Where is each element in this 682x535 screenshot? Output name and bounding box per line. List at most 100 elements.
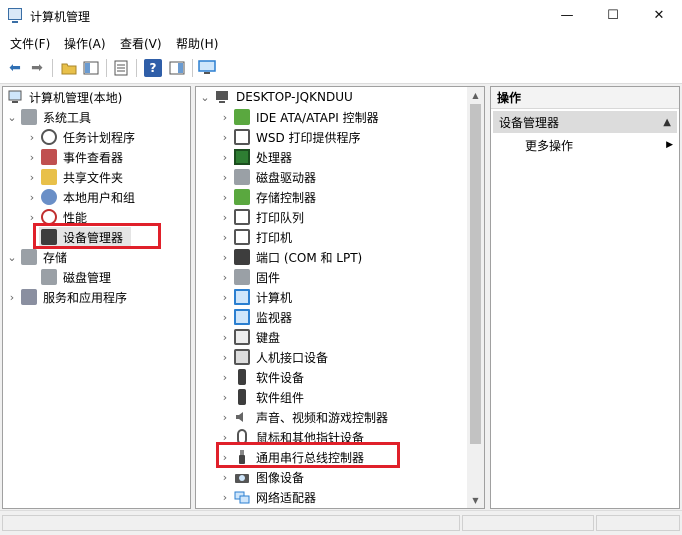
expand-chevron-icon[interactable]: › [220,471,230,484]
menu-action[interactable]: 操作(A) [64,35,106,52]
expand-chevron-icon[interactable]: ⌄ [7,251,17,264]
expand-chevron-icon[interactable]: › [27,131,37,144]
more-actions-label: 更多操作 [525,138,574,153]
shared-folder-icon [41,169,57,185]
tree-item-services-apps[interactable]: › 服务和应用程序 [7,287,127,307]
menu-help[interactable]: 帮助(H) [176,35,218,52]
monitor-icon[interactable] [198,59,216,77]
expand-chevron-icon[interactable]: › [220,491,230,504]
device-category-ide[interactable]: › IDE ATA/ATAPI 控制器 [220,107,379,127]
tree-item-task-scheduler[interactable]: › 任务计划程序 [27,127,135,147]
device-category-software-device[interactable]: › 软件设备 [220,367,304,387]
device-category-keyboard[interactable]: › 键盘 [220,327,280,347]
device-category-label: 处理器 [256,150,293,165]
device-tree-root[interactable]: ⌄ DESKTOP-JQKNDUU [200,87,352,107]
expand-chevron-icon[interactable]: ⌄ [7,111,17,124]
tree-item-local-users[interactable]: › 本地用户和组 [27,187,135,207]
tree-item-event-viewer[interactable]: › 事件查看器 [27,147,123,167]
expand-chevron-icon[interactable]: › [220,131,230,144]
device-category-network[interactable]: › 网络适配器 [220,487,316,507]
services-icon [21,289,37,305]
tree-item-disk-management[interactable]: 磁盘管理 [41,267,111,287]
device-category-storage[interactable]: › 存储控制器 [220,187,316,207]
expand-chevron-icon[interactable]: › [220,171,230,184]
expand-chevron-icon[interactable]: › [27,211,37,224]
scroll-down-arrow-icon[interactable]: ▼ [467,492,484,508]
menu-file[interactable]: 文件(F) [10,35,50,52]
device-category-processor[interactable]: › 处理器 [220,147,292,167]
menu-view[interactable]: 查看(V) [120,35,162,52]
event-viewer-icon [41,149,57,165]
expand-chevron-icon[interactable]: › [220,391,230,404]
expand-chevron-icon[interactable]: › [220,191,230,204]
scroll-up-arrow-icon[interactable]: ▲ [467,87,484,103]
device-category-wsd[interactable]: › WSD 打印提供程序 [220,127,361,147]
tree-item-label: 事件查看器 [63,150,124,165]
expand-chevron-icon[interactable]: › [220,291,230,304]
expand-chevron-icon[interactable]: › [27,191,37,204]
close-button[interactable]: ✕ [636,0,682,31]
tree-item-system-tools[interactable]: ⌄ 系统工具 [7,107,91,127]
tree-item-label: 服务和应用程序 [43,290,128,305]
properties-icon[interactable] [112,59,130,77]
device-category-disk[interactable]: › 磁盘驱动器 [220,167,316,187]
expand-chevron-icon[interactable]: › [220,231,230,244]
wsd-printer-icon [234,129,250,145]
expand-chevron-icon[interactable]: › [220,331,230,344]
expand-chevron-icon[interactable]: › [220,251,230,264]
back-icon[interactable]: ⬅ [6,59,24,77]
device-category-label: 打印机 [256,230,293,245]
vertical-scrollbar[interactable]: ▲ ▼ [467,87,484,508]
device-category-print-queue[interactable]: › 打印队列 [220,207,304,227]
expand-chevron-icon[interactable]: › [7,291,17,304]
actions-section-device-manager[interactable]: 设备管理器 ▲ [493,111,677,133]
tree-item-shared-folders[interactable]: › 共享文件夹 [27,167,123,187]
device-category-hid[interactable]: › 人机接口设备 [220,347,328,367]
forward-icon[interactable]: ➡ [28,59,46,77]
scrollbar-thumb[interactable] [470,104,481,444]
device-category-printer[interactable]: › 打印机 [220,227,292,247]
tree-item-label: 磁盘管理 [63,270,112,285]
help-icon[interactable]: ? [144,59,162,77]
expand-chevron-icon[interactable]: › [220,371,230,384]
storage-icon [21,249,37,265]
computer-management-icon [7,89,23,105]
expand-chevron-icon[interactable]: › [220,351,230,364]
software-component-icon [238,389,246,405]
expand-chevron-icon[interactable]: › [220,271,230,284]
maximize-button[interactable]: ☐ [590,0,636,31]
tree-item-storage[interactable]: ⌄ 存储 [7,247,67,267]
tree-item-label: 存储 [43,250,68,265]
software-device-icon [238,369,246,385]
show-tree-icon[interactable] [82,59,100,77]
expand-chevron-icon[interactable]: › [220,311,230,324]
device-category-label: 固件 [256,270,281,285]
expand-chevron-icon[interactable]: ⌄ [200,91,210,104]
more-actions-item[interactable]: 更多操作 ▶ [525,135,675,155]
device-category-computer[interactable]: › 计算机 [220,287,292,307]
console-tree-pane: 计算机管理(本地) ⌄ 系统工具 › 任务计划程序 › 事件查看器 › 共享文件… [2,86,191,509]
device-category-monitor[interactable]: › 监视器 [220,307,292,327]
expand-chevron-icon[interactable]: › [27,151,37,164]
expand-chevron-icon[interactable]: › [220,111,230,124]
expand-chevron-icon[interactable]: › [220,151,230,164]
users-icon [41,189,57,205]
expand-chevron-icon[interactable]: › [27,171,37,184]
device-category-label: 网络适配器 [256,490,317,505]
tree-root[interactable]: 计算机管理(本地) [7,87,122,107]
device-category-software-component[interactable]: › 软件组件 [220,387,304,407]
minimize-button[interactable]: — [544,0,590,31]
collapse-arrow-icon[interactable]: ▲ [663,117,671,128]
device-category-label: 磁盘驱动器 [256,170,317,185]
device-category-label: WSD 打印提供程序 [256,130,361,145]
device-category-port[interactable]: › 端口 (COM 和 LPT) [220,247,362,267]
up-folder-icon[interactable] [60,59,78,77]
expand-chevron-icon[interactable]: › [220,411,230,424]
status-cell-main [2,515,460,531]
device-category-camera[interactable]: › 图像设备 [220,467,304,487]
action-pane-icon[interactable] [168,59,186,77]
device-category-firmware[interactable]: › 固件 [220,267,280,287]
title-bar: 计算机管理 — ☐ ✕ [0,0,682,31]
expand-chevron-icon[interactable]: › [220,211,230,224]
device-category-sound[interactable]: › 声音、视频和游戏控制器 [220,407,388,427]
